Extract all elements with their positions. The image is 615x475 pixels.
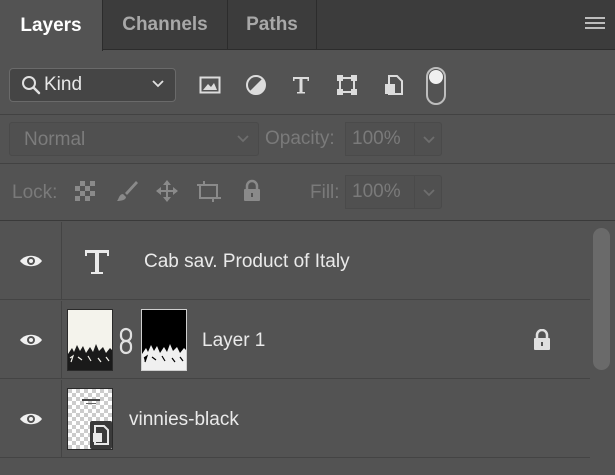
- eye-icon: [19, 255, 42, 267]
- layer-thumbnail[interactable]: [67, 388, 113, 450]
- blend-mode-select[interactable]: Normal: [9, 122, 259, 156]
- filter-kind-select[interactable]: Kind: [9, 68, 176, 102]
- type-filter-icon[interactable]: [288, 72, 314, 98]
- tab-channels[interactable]: Channels: [103, 0, 228, 50]
- fill-dropdown-button[interactable]: [414, 175, 442, 209]
- panel-tab-bar: Layers Channels Paths: [0, 0, 615, 51]
- lock-icon: [532, 328, 552, 356]
- tab-layers[interactable]: Layers: [0, 0, 103, 51]
- chevron-down-icon: [237, 135, 249, 143]
- image-filter-icon[interactable]: [197, 72, 223, 98]
- lock-options-row: Lock: Fill: 100%: [0, 165, 615, 221]
- eye-icon: [19, 413, 42, 425]
- scrollbar-thumb[interactable]: [593, 228, 610, 370]
- blend-options-row: Normal Opacity: 100%: [0, 116, 615, 164]
- layers-list: Cab sav. Product of Italy Layer 1 vinnie…: [0, 222, 590, 475]
- adjustment-filter-icon[interactable]: [243, 72, 269, 98]
- layer-name[interactable]: vinnies-black: [129, 409, 239, 431]
- layer-row[interactable]: Layer 1: [0, 301, 590, 379]
- fill-label: Fill:: [310, 182, 340, 203]
- shape-filter-icon[interactable]: [334, 72, 360, 98]
- panel-menu-icon[interactable]: [585, 17, 605, 31]
- blend-mode-value: Normal: [24, 129, 86, 150]
- search-icon: [22, 76, 41, 95]
- lock-image-pixels-icon[interactable]: [114, 178, 140, 204]
- layer-name[interactable]: Cab sav. Product of Italy: [144, 251, 350, 273]
- mask-link-icon[interactable]: [118, 327, 134, 360]
- layer-visibility-toggle[interactable]: [0, 222, 62, 300]
- layer-filter-row: Kind: [0, 51, 615, 115]
- smart-object-filter-icon[interactable]: [381, 72, 407, 98]
- chevron-down-icon: [423, 189, 435, 197]
- layer-name[interactable]: Layer 1: [202, 330, 265, 352]
- lock-all-icon[interactable]: [239, 178, 265, 204]
- lock-artboard-icon[interactable]: [196, 178, 222, 204]
- fill-input[interactable]: 100%: [345, 175, 415, 209]
- opacity-label: Opacity:: [265, 128, 335, 149]
- filter-kind-label: Kind: [44, 74, 83, 95]
- filter-toggle-switch[interactable]: [426, 67, 446, 105]
- toggle-knob: [429, 70, 443, 84]
- lock-label: Lock:: [12, 182, 58, 203]
- lock-position-icon[interactable]: [154, 178, 180, 204]
- layer-thumbnail[interactable]: [67, 309, 113, 371]
- chevron-down-icon: [152, 80, 164, 88]
- tab-paths[interactable]: Paths: [228, 0, 317, 50]
- layer-mask-thumbnail[interactable]: [141, 309, 187, 371]
- layer-visibility-toggle[interactable]: [0, 380, 62, 458]
- layer-row[interactable]: Cab sav. Product of Italy: [0, 222, 590, 300]
- lock-transparent-pixels-icon[interactable]: [72, 178, 98, 204]
- layer-visibility-toggle[interactable]: [0, 301, 62, 379]
- chevron-down-icon: [423, 136, 435, 144]
- eye-icon: [19, 334, 42, 346]
- layer-row[interactable]: vinnies-black: [0, 380, 590, 458]
- text-layer-icon: [82, 247, 112, 282]
- opacity-input[interactable]: 100%: [345, 122, 415, 156]
- opacity-dropdown-button[interactable]: [414, 122, 442, 156]
- layers-scrollbar[interactable]: [590, 222, 615, 475]
